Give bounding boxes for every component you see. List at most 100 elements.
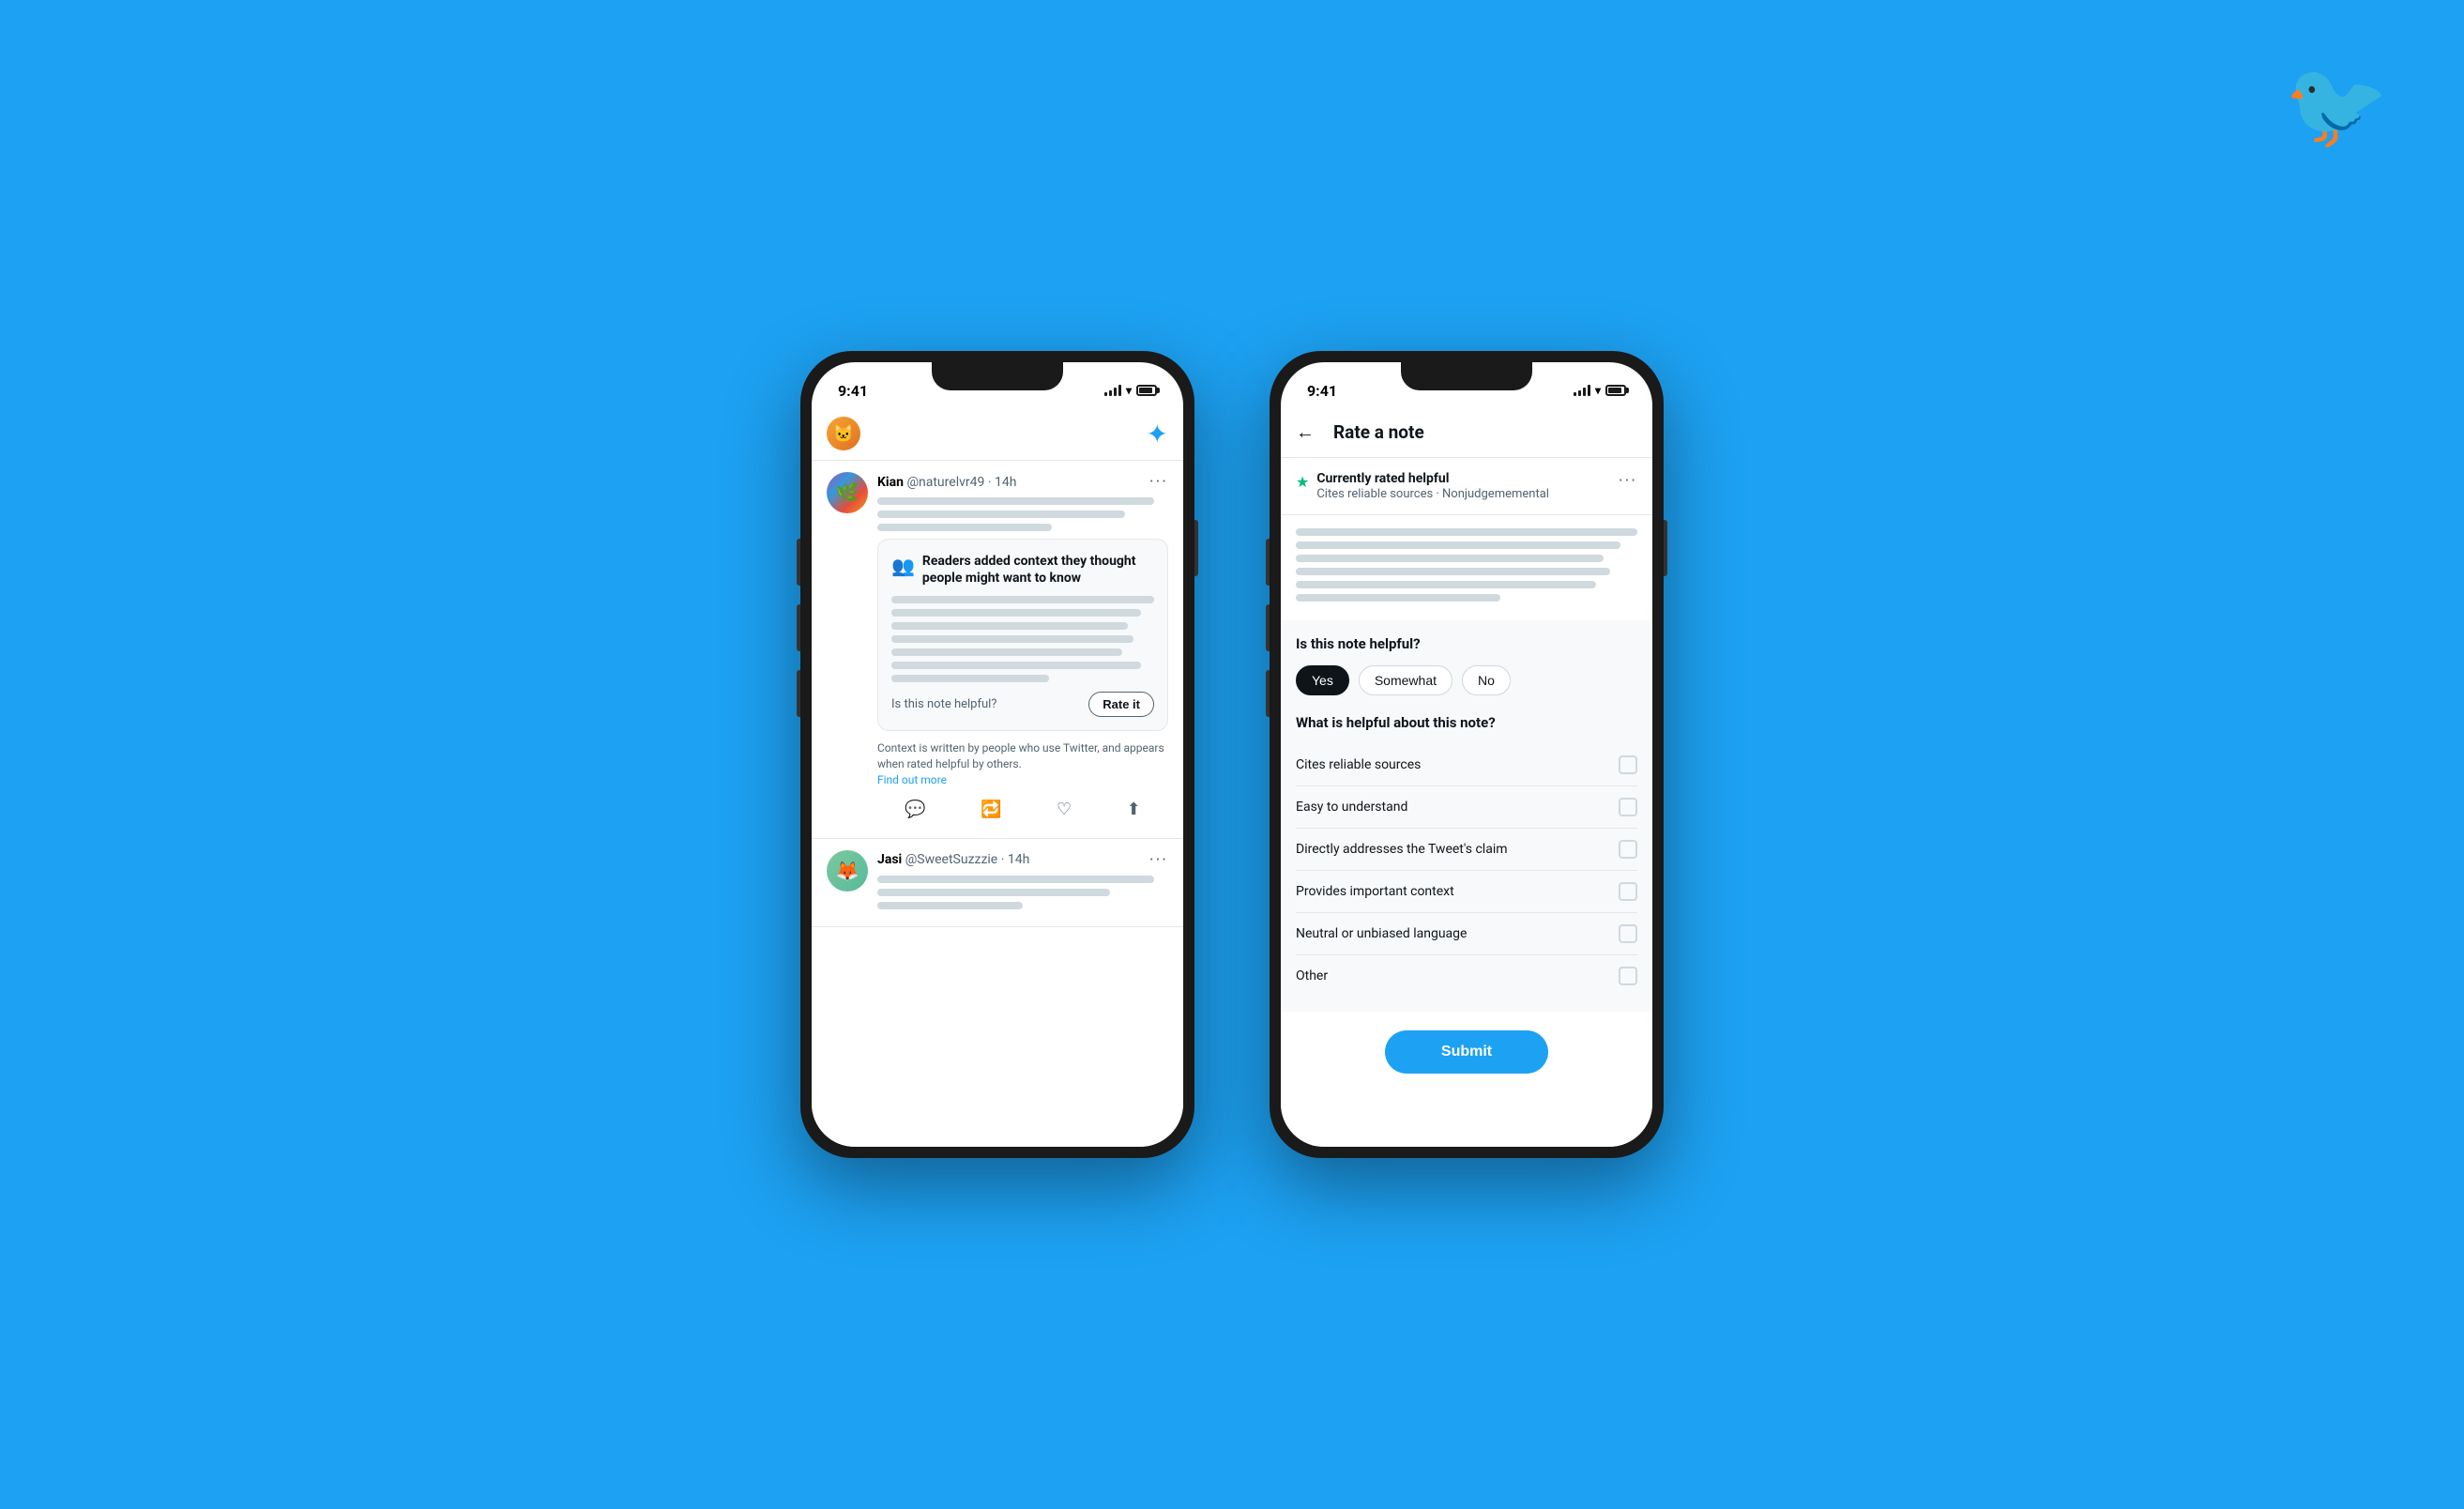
rate-note-content: ← Rate a note ★ Currently rated helpful … xyxy=(1281,407,1652,1147)
volume-down-button xyxy=(797,539,800,586)
text-line xyxy=(877,902,1023,909)
phone-2-screen: 9:41 ▾ ← R xyxy=(1281,362,1652,1147)
note-content-lines xyxy=(1281,515,1652,620)
tweet-1-author: Kian @naturelvr49 · 14h xyxy=(877,475,1016,490)
notch-2 xyxy=(1401,362,1532,390)
context-note: Context is written by people who use Twi… xyxy=(877,740,1168,787)
feed-header: 🐱 ✦ xyxy=(812,407,1183,461)
status-icons-2: ▾ xyxy=(1574,384,1626,397)
readers-icon: 👥 xyxy=(891,555,915,577)
checkbox-input[interactable] xyxy=(1619,967,1637,985)
green-star-icon: ★ xyxy=(1296,473,1309,491)
reply-icon[interactable]: 💬 xyxy=(905,800,925,819)
checkbox-label: Provides important context xyxy=(1296,884,1454,899)
status-time-2: 9:41 xyxy=(1307,382,1337,400)
feed-content: 🐱 ✦ 🌿 Kian @naturelvr49 · 14h xyxy=(812,407,1183,1147)
submit-button[interactable]: Submit xyxy=(1385,1030,1548,1074)
checkbox-addresses-claim: Directly addresses the Tweet's claim xyxy=(1296,829,1637,871)
rated-helpful-more[interactable]: ··· xyxy=(1619,471,1637,491)
text-line xyxy=(877,497,1154,505)
tweet-actions: 💬 🔁 ♡ ⬆ xyxy=(877,792,1168,827)
rated-helpful-text: Currently rated helpful Cites reliable s… xyxy=(1316,471,1549,501)
checkbox-cites-sources: Cites reliable sources xyxy=(1296,744,1637,786)
retweet-icon[interactable]: 🔁 xyxy=(981,800,1001,819)
tweet-1-avatar: 🌿 xyxy=(827,472,868,513)
checkbox-input[interactable] xyxy=(1619,924,1637,943)
sparkle-icon[interactable]: ✦ xyxy=(1147,419,1168,450)
tweet-2-avatar: 🦊 xyxy=(827,850,868,892)
text-line xyxy=(891,609,1141,617)
text-line xyxy=(891,675,1049,682)
signal-icon xyxy=(1104,385,1121,396)
text-line xyxy=(1296,581,1596,588)
checkbox-input[interactable] xyxy=(1619,882,1637,901)
like-icon[interactable]: ♡ xyxy=(1057,800,1072,819)
text-line xyxy=(891,662,1141,669)
feed-avatar: 🐱 xyxy=(827,417,860,450)
text-line xyxy=(1296,594,1500,602)
text-line xyxy=(1296,541,1620,549)
avatar-2-img: 🦊 xyxy=(827,850,868,892)
what-helpful-question: What is helpful about this note? xyxy=(1296,714,1637,731)
helpful-text: Is this note helpful? xyxy=(891,697,996,711)
checkbox-label: Easy to understand xyxy=(1296,800,1407,815)
phone-1: 9:41 ▾ 🐱 xyxy=(800,351,1194,1158)
text-line xyxy=(877,511,1125,518)
power-button xyxy=(1194,520,1198,576)
submit-section: Submit xyxy=(1281,1012,1652,1092)
context-card-title: Readers added context they thought peopl… xyxy=(922,553,1154,587)
checkbox-important-context: Provides important context xyxy=(1296,871,1637,913)
signal-icon-2 xyxy=(1574,385,1590,396)
rate-note-title: Rate a note xyxy=(1333,421,1424,443)
tweet-1-body: Kian @naturelvr49 · 14h ··· 👥 xyxy=(877,472,1168,827)
power-button-2 xyxy=(1664,520,1667,576)
helpful-row: Is this note helpful? Rate it xyxy=(891,692,1154,717)
checkbox-input[interactable] xyxy=(1619,798,1637,816)
context-card: 👥 Readers added context they thought peo… xyxy=(877,539,1168,731)
helpful-question: Is this note helpful? xyxy=(1296,635,1637,652)
volume-down-button-2 xyxy=(1266,539,1270,586)
tweet-2-header: Jasi @SweetSuzzzie · 14h ··· xyxy=(877,850,1168,870)
silent-button-2 xyxy=(1266,670,1270,717)
text-line xyxy=(1296,568,1610,575)
helpful-options: Yes Somewhat No xyxy=(1296,665,1637,695)
rated-helpful-left: ★ Currently rated helpful Cites reliable… xyxy=(1296,471,1549,501)
find-out-more-link[interactable]: Find out more xyxy=(877,773,947,786)
tweet-1-header: Kian @naturelvr49 · 14h ··· xyxy=(877,472,1168,492)
tweet-1-more[interactable]: ··· xyxy=(1149,472,1168,492)
text-line xyxy=(891,622,1128,630)
tweet-2-body: Jasi @SweetSuzzzie · 14h ··· xyxy=(877,850,1168,915)
text-line xyxy=(891,635,1133,643)
battery-icon xyxy=(1136,385,1157,396)
checkbox-input[interactable] xyxy=(1619,755,1637,774)
rate-note-header: ← Rate a note xyxy=(1281,407,1652,458)
text-line xyxy=(1296,528,1637,536)
yes-option[interactable]: Yes xyxy=(1296,665,1349,695)
share-icon[interactable]: ⬆ xyxy=(1127,800,1141,819)
no-option[interactable]: No xyxy=(1462,665,1511,695)
text-line xyxy=(1296,555,1604,562)
wifi-icon: ▾ xyxy=(1126,384,1132,397)
helpful-section: Is this note helpful? Yes Somewhat No Wh… xyxy=(1281,620,1652,1012)
back-button[interactable]: ← xyxy=(1296,420,1315,444)
tweet-1: 🌿 Kian @naturelvr49 · 14h ··· xyxy=(812,461,1183,839)
text-line xyxy=(877,524,1052,531)
tweet-2-author: Jasi @SweetSuzzzie · 14h xyxy=(877,852,1029,867)
checkboxes-list: Cites reliable sources Easy to understan… xyxy=(1296,744,1637,997)
rate-it-button[interactable]: Rate it xyxy=(1088,692,1154,717)
status-icons-1: ▾ xyxy=(1104,384,1157,397)
checkbox-label: Directly addresses the Tweet's claim xyxy=(1296,842,1508,857)
checkbox-label: Other xyxy=(1296,968,1328,983)
checkbox-label: Neutral or unbiased language xyxy=(1296,926,1467,941)
somewhat-option[interactable]: Somewhat xyxy=(1359,665,1453,695)
checkbox-neutral-language: Neutral or unbiased language xyxy=(1296,913,1637,955)
silent-button xyxy=(797,670,800,717)
checkbox-input[interactable] xyxy=(1619,840,1637,859)
volume-up-button-2 xyxy=(1266,604,1270,651)
tweet-2: 🦊 Jasi @SweetSuzzzie · 14h ··· xyxy=(812,839,1183,927)
tweet-2-more[interactable]: ··· xyxy=(1149,850,1168,870)
checkbox-label: Cites reliable sources xyxy=(1296,757,1421,772)
text-line xyxy=(877,876,1154,883)
rated-helpful-bar: ★ Currently rated helpful Cites reliable… xyxy=(1281,458,1652,515)
text-line xyxy=(877,889,1110,896)
